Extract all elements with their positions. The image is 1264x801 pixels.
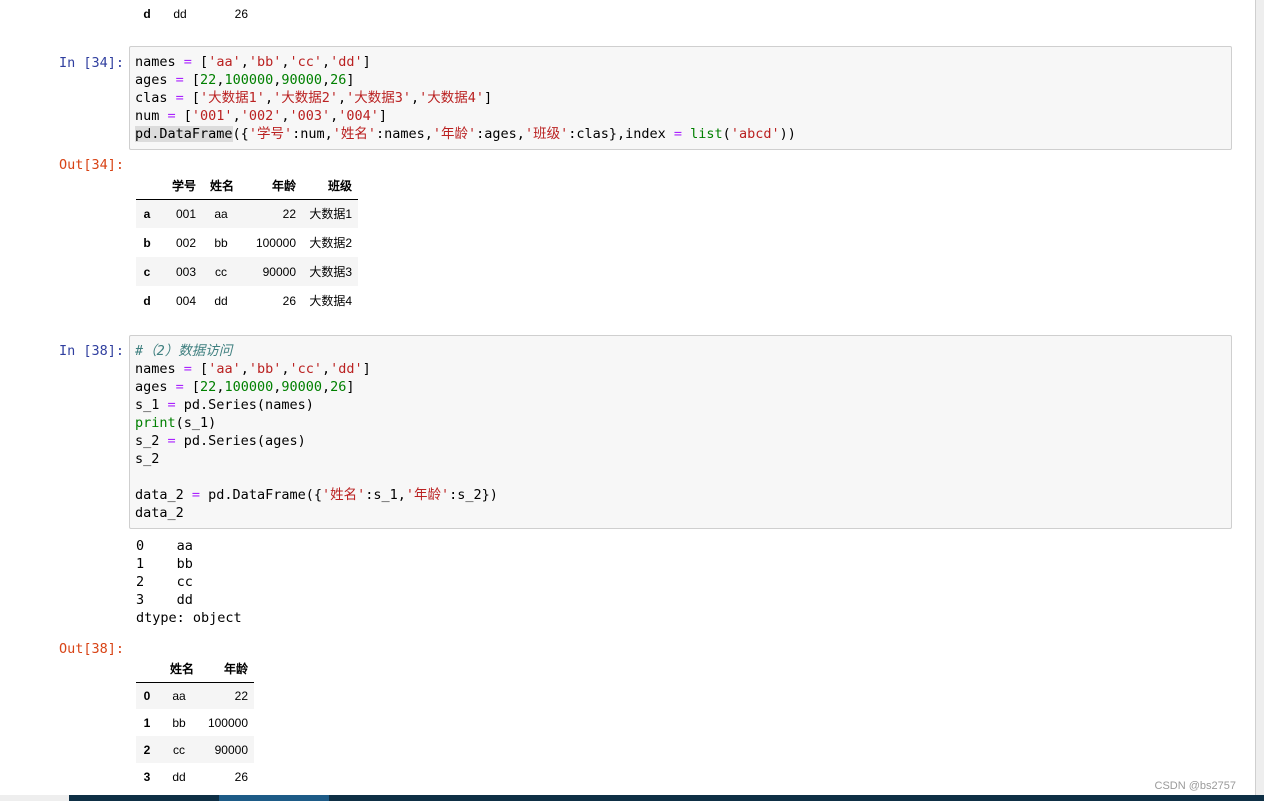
index-header	[136, 655, 158, 683]
row-index: a	[143, 206, 151, 221]
previous-output-table: d dd 26	[136, 2, 254, 26]
code-line: data_2 = pd.DataFrame({'姓名':s_1,'年龄':s_2…	[135, 487, 498, 503]
table-row: c 003 cc 90000 大数据3	[136, 257, 358, 286]
table-cell: 004	[175, 293, 196, 308]
row-index: d	[143, 7, 151, 21]
table-cell: dd	[172, 769, 186, 784]
code-line: data_2	[135, 505, 184, 521]
table-row: 2 cc 90000	[136, 736, 254, 763]
table-cell: 100000	[207, 715, 248, 730]
table-cell: dd	[173, 7, 187, 21]
table-cell: 22	[282, 206, 296, 221]
row-index: 1	[143, 715, 151, 730]
input-prompt: In [38]:	[58, 343, 124, 359]
taskbar-active-segment	[219, 795, 329, 801]
table-cell: aa	[214, 206, 228, 221]
table-cell: 90000	[214, 742, 248, 757]
table-cell: 22	[234, 688, 248, 703]
table-row: 0 aa 22	[136, 682, 254, 709]
column-header: 年龄	[200, 655, 254, 683]
code-cell-input[interactable]: #（2）数据访问 names = ['aa','bb','cc','dd'] a…	[129, 335, 1232, 529]
table-cell: 003	[175, 264, 196, 279]
code-line: names = ['aa','bb','cc','dd']	[135, 361, 371, 377]
code-line: ages = [22,100000,90000,26]	[135, 72, 355, 88]
row-index: 0	[143, 688, 151, 703]
row-index: 3	[143, 769, 151, 784]
table-row: d 004 dd 26 大数据4	[136, 286, 358, 315]
row-index: d	[143, 293, 151, 308]
stdout-line: 3 dd	[136, 592, 193, 608]
table-row: 3 dd 26	[136, 763, 254, 790]
output-prompt: Out[38]:	[58, 641, 124, 657]
table-cell: 大数据1	[309, 207, 352, 222]
table-cell: 001	[175, 206, 196, 221]
code-line: num = ['001','002','003','004']	[135, 108, 388, 124]
code-line: pd.DataFrame({'学号':num,'姓名':names,'年龄':a…	[135, 126, 796, 142]
dataframe-output-34: 学号 姓名 年龄 班级 a 001 aa 22 大数据1 b 002 bb 10…	[136, 172, 358, 315]
index-header	[136, 172, 158, 200]
code-line: names = ['aa','bb','cc','dd']	[135, 54, 371, 70]
stdout-output: 0 aa 1 bb 2 cc 3 dd dtype: object	[136, 537, 242, 627]
table-row: a 001 aa 22 大数据1	[136, 199, 358, 228]
dataframe-output-38: 姓名 年龄 0 aa 22 1 bb 100000 2 cc 90000 3 d…	[136, 655, 254, 790]
table-row: 1 bb 100000	[136, 709, 254, 736]
code-line: clas = ['大数据1','大数据2','大数据3','大数据4']	[135, 90, 493, 106]
notebook-container: d dd 26 In [34]: names = ['aa','bb','cc'…	[0, 0, 1256, 795]
code-line: s_2 = pd.Series(ages)	[135, 433, 306, 449]
csdn-watermark: CSDN @bs2757	[1154, 780, 1236, 792]
code-cell-input[interactable]: names = ['aa','bb','cc','dd'] ages = [22…	[129, 46, 1232, 150]
stdout-line: 1 bb	[136, 556, 193, 572]
table-cell: aa	[172, 688, 186, 703]
row-index: 2	[143, 742, 151, 757]
row-index: b	[143, 235, 151, 250]
output-prompt: Out[34]:	[58, 157, 124, 173]
column-header: 年龄	[240, 172, 302, 200]
table-row: d dd 26	[136, 2, 254, 26]
code-line: print(s_1)	[135, 415, 217, 431]
code-line: ages = [22,100000,90000,26]	[135, 379, 355, 395]
code-line: s_1 = pd.Series(names)	[135, 397, 314, 413]
stdout-line: dtype: object	[136, 610, 242, 626]
taskbar-strip	[69, 795, 1264, 801]
table-cell: 90000	[262, 264, 296, 279]
column-header: 姓名	[158, 655, 200, 683]
table-cell: 26	[234, 7, 248, 21]
code-line: #（2）数据访问	[135, 343, 233, 359]
column-header: 学号	[158, 172, 202, 200]
table-header-row: 学号 姓名 年龄 班级	[136, 172, 358, 200]
table-cell: cc	[173, 742, 185, 757]
code-line: s_2	[135, 451, 160, 467]
column-header: 姓名	[202, 172, 240, 200]
table-cell: 大数据2	[309, 236, 352, 250]
table-cell: bb	[214, 235, 228, 250]
table-cell: dd	[214, 293, 228, 308]
table-cell: cc	[215, 264, 227, 279]
input-prompt: In [34]:	[58, 55, 124, 71]
table-cell: 大数据4	[309, 294, 352, 308]
table-cell: 大数据3	[309, 265, 352, 279]
table-header-row: 姓名 年龄	[136, 655, 254, 683]
column-header: 班级	[302, 172, 358, 200]
stdout-line: 0 aa	[136, 538, 193, 554]
row-index: c	[143, 264, 151, 279]
table-cell: 002	[175, 235, 196, 250]
table-cell: 26	[234, 769, 248, 784]
table-row: b 002 bb 100000 大数据2	[136, 228, 358, 257]
table-cell: 26	[282, 293, 296, 308]
stdout-line: 2 cc	[136, 574, 193, 590]
table-cell: bb	[172, 715, 186, 730]
table-cell: 100000	[255, 235, 296, 250]
